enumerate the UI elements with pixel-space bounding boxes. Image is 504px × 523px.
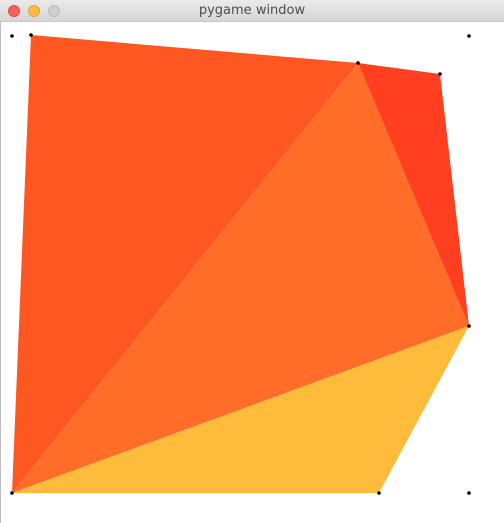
point-marker (29, 33, 33, 37)
window-title: pygame window (198, 3, 306, 18)
window-left-border (0, 22, 1, 523)
point-marker (10, 491, 14, 495)
point-marker (467, 324, 471, 328)
point-marker (377, 491, 381, 495)
point-marker (356, 61, 360, 65)
pygame-window: pygame window (0, 0, 504, 523)
point-marker (438, 72, 442, 76)
canvas-area[interactable] (0, 22, 504, 523)
point-marker (10, 34, 14, 38)
title-bar[interactable]: pygame window (0, 0, 504, 22)
point-marker (467, 34, 471, 38)
point-marker (467, 491, 471, 495)
drawing-canvas[interactable] (0, 22, 504, 523)
